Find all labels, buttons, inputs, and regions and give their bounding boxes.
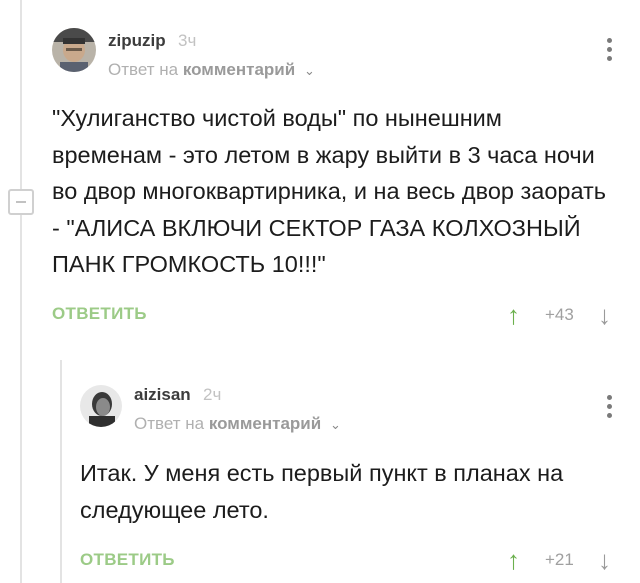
reply-button[interactable]: ОТВЕТИТЬ [80, 550, 175, 570]
timestamp: 2ч [203, 385, 222, 404]
username[interactable]: aizisan [134, 385, 191, 405]
comment-text: Итак. У меня есть первый пункт в планах … [80, 460, 564, 523]
reply-prefix: Ответ на [134, 414, 205, 433]
avatar-image [80, 385, 122, 427]
reply-to-link[interactable]: Ответ на комментарий ⌄ [134, 414, 341, 434]
arrow-up-icon[interactable]: ↑ [507, 547, 520, 573]
chevron-down-icon[interactable]: ⌄ [330, 417, 341, 433]
comment-2: aizisan 2ч Ответ на комментарий ⌄ Итак. … [0, 0, 640, 583]
rating-count: +21 [545, 550, 574, 569]
kebab-menu-icon[interactable] [607, 395, 613, 422]
arrow-down-icon[interactable]: ↓ [598, 547, 611, 573]
avatar[interactable] [80, 385, 122, 427]
reply-target[interactable]: комментарий [209, 414, 321, 433]
